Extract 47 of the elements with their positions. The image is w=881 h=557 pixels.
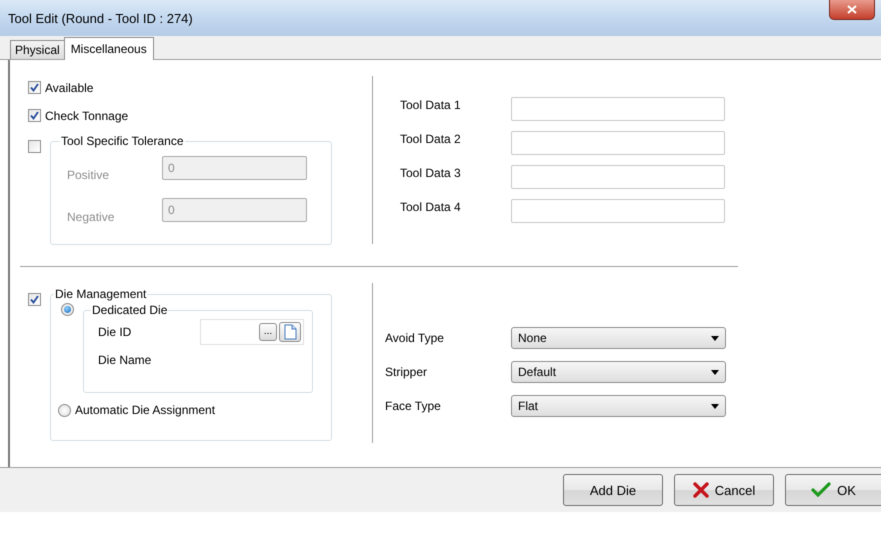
document-icon [284,324,296,340]
radio-button[interactable] [58,404,71,416]
field-label: Negative [67,210,114,224]
field-label: Tool Data 1 [400,98,462,112]
field-label: Avoid Type [385,331,445,345]
browse-button[interactable]: ... [259,323,277,341]
close-button[interactable] [829,0,875,20]
radio-label: Automatic Die Assignment [75,403,216,417]
field-label: Stripper [385,365,428,379]
dropdown[interactable]: Default [511,361,726,383]
dropdown-arrow-icon [711,336,719,340]
tab[interactable]: Physical [10,40,65,59]
field-label: Die ID [98,325,132,339]
input-field[interactable] [511,97,725,121]
input-field[interactable] [511,165,725,189]
checkbox[interactable] [28,140,41,153]
cross-icon [692,482,709,498]
field-label: Tool Data 4 [400,200,462,214]
checkbox[interactable] [28,293,41,306]
dialog-button[interactable]: OK [785,474,881,506]
input-field[interactable] [511,199,725,223]
checkmark-icon [811,482,832,498]
dropdown[interactable]: None [511,327,726,349]
dialog-button[interactable]: Cancel [674,474,774,506]
input-field[interactable]: ... [200,319,304,345]
dropdown[interactable]: Flat [511,395,726,417]
checkbox[interactable] [28,81,41,94]
document-button[interactable] [279,322,301,342]
dropdown-arrow-icon [711,370,719,374]
tab[interactable]: Miscellaneous [64,37,154,60]
dialog-button[interactable]: Add Die [563,474,663,506]
field-label: Positive [67,168,110,182]
field-label: Face Type [385,399,442,413]
radio-label: Dedicated Die [91,303,168,317]
checkbox-label: Available [45,80,94,94]
field-label: Die Name [98,353,152,367]
checkbox[interactable] [28,109,41,122]
radio-button[interactable] [61,303,74,316]
field-label: Tool Data 3 [400,166,462,180]
group-title: Tool Specific Tolerance [60,134,185,148]
window-title: Tool Edit (Round - Tool ID : 274) [8,10,193,26]
dropdown-arrow-icon [711,404,719,408]
field-label: Tool Data 2 [400,132,462,146]
close-icon [847,5,857,14]
input-field[interactable] [511,131,725,155]
checkbox-label: Check Tonnage [45,108,128,122]
group-title: Die Management [54,287,148,301]
